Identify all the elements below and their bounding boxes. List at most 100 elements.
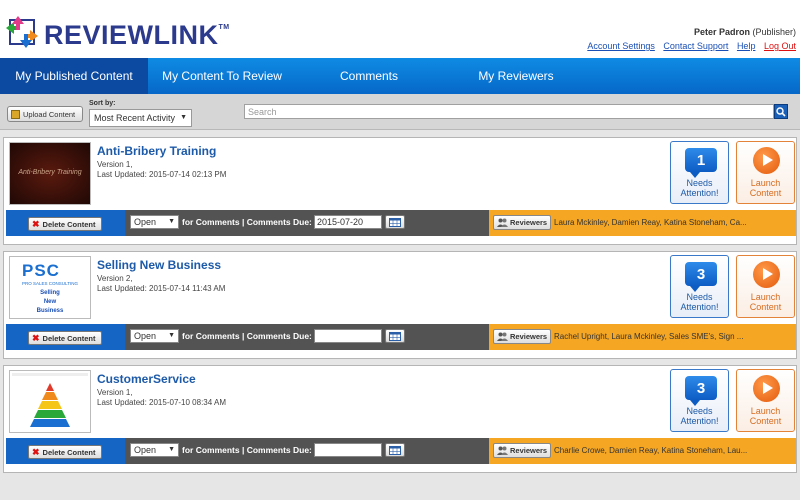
- user-name: Peter Padron: [693, 27, 750, 37]
- calendar-button[interactable]: [385, 443, 405, 457]
- tab-my-published-content[interactable]: My Published Content: [0, 58, 148, 94]
- upload-content-label: Upload Content: [23, 109, 76, 119]
- reviewers-label: Reviewers: [510, 218, 548, 227]
- sort-by-label: Sort by:: [89, 100, 116, 107]
- content-thumbnail[interactable]: [9, 370, 91, 433]
- reviewers-button[interactable]: Reviewers: [493, 215, 551, 230]
- play-icon: [753, 147, 780, 174]
- search-icon: [776, 106, 786, 117]
- content-item: Anti-Bribery Training Anti-Bribery Train…: [3, 137, 797, 245]
- needs-attention-label: Needs Attention!: [680, 292, 719, 312]
- chevron-down-icon: ▼: [168, 332, 175, 339]
- attention-count-badge: 3: [685, 376, 717, 406]
- launch-content-button[interactable]: Launch Content: [736, 141, 795, 204]
- content-item: CustomerService Version 1, Last Updated:…: [3, 365, 797, 473]
- content-title[interactable]: Anti-Bribery Training: [97, 144, 216, 158]
- needs-attention-button[interactable]: 3 Needs Attention!: [670, 369, 729, 432]
- top-links: Account Settings Contact Support Help Lo…: [581, 41, 796, 51]
- attention-count-badge: 3: [685, 262, 717, 292]
- content-last-updated: Last Updated: 2015-07-14 02:13 PM: [97, 170, 227, 179]
- launch-content-label: Launch Content: [749, 178, 782, 198]
- contact-support-link[interactable]: Contact Support: [663, 41, 728, 51]
- chevron-down-icon: ▼: [168, 218, 175, 225]
- content-version: Version 1,: [97, 160, 133, 169]
- needs-attention-label: Needs Attention!: [680, 178, 719, 198]
- delete-icon: ✖: [32, 446, 40, 457]
- calendar-button[interactable]: [385, 215, 405, 229]
- launch-content-label: Launch Content: [749, 292, 782, 312]
- comments-due-input[interactable]: [314, 329, 382, 343]
- status-value: Open: [134, 331, 157, 341]
- calendar-button[interactable]: [385, 329, 405, 343]
- status-select[interactable]: Open ▼: [130, 329, 179, 343]
- content-action-bar: ✖ Delete Content Open ▼ for Comments | C…: [4, 438, 796, 464]
- content-meta: Version 1, Last Updated: 2015-07-10 08:3…: [97, 388, 226, 408]
- brand-name: REVIEWLINKTM: [44, 20, 230, 50]
- pyramid-thumbnail-icon: [12, 373, 88, 427]
- upload-content-button[interactable]: Upload Content: [7, 106, 83, 122]
- content-version: Version 1,: [97, 388, 133, 397]
- launch-content-label: Launch Content: [749, 406, 782, 426]
- content-action-bar: ✖ Delete Content Open ▼ for Comments | C…: [4, 210, 796, 236]
- attention-count-badge: 1: [685, 148, 717, 178]
- delete-content-button[interactable]: ✖ Delete Content: [28, 445, 102, 459]
- tab-my-reviewers[interactable]: My Reviewers: [456, 58, 576, 94]
- launch-content-button[interactable]: Launch Content: [736, 255, 795, 318]
- chevron-down-icon: ▼: [180, 114, 187, 121]
- user-role: (Publisher): [752, 27, 796, 37]
- launch-content-button[interactable]: Launch Content: [736, 369, 795, 432]
- status-select[interactable]: Open ▼: [130, 215, 179, 229]
- thumbnail-title: Anti-Bribery Training: [18, 169, 82, 176]
- thumbnail-text: Selling New Business: [10, 289, 90, 316]
- play-icon: [753, 261, 780, 288]
- content-thumbnail[interactable]: Anti-Bribery Training: [9, 142, 91, 205]
- needs-attention-button[interactable]: 1 Needs Attention!: [670, 141, 729, 204]
- needs-attention-button[interactable]: 3 Needs Attention!: [670, 255, 729, 318]
- calendar-icon: [389, 331, 401, 341]
- status-select[interactable]: Open ▼: [130, 443, 179, 457]
- reviewers-label: Reviewers: [510, 446, 548, 455]
- reviewer-names: Rachel Upright, Laura Mckinley, Sales SM…: [554, 332, 744, 341]
- upload-icon: [11, 109, 20, 119]
- comments-due-input[interactable]: [314, 443, 382, 457]
- content-meta: Version 2, Last Updated: 2015-07-14 11:4…: [97, 274, 225, 294]
- delete-content-button[interactable]: ✖ Delete Content: [28, 331, 102, 345]
- reviewers-button[interactable]: Reviewers: [493, 443, 551, 458]
- thumbnail-line: Selling: [40, 290, 60, 296]
- thumbnail-logo: PSC: [22, 261, 60, 280]
- delete-content-button[interactable]: ✖ Delete Content: [28, 217, 102, 231]
- sort-select[interactable]: Most Recent Activity ▼: [89, 109, 192, 127]
- thumbnail-line: New: [43, 299, 57, 305]
- comments-due-label: for Comments | Comments Due:: [182, 217, 312, 227]
- search-input[interactable]: Search: [244, 104, 774, 119]
- thumbnail-company: PRO SALES CONSULTING: [22, 281, 78, 286]
- reviewlink-logo-icon: [6, 16, 38, 48]
- tab-my-content-to-review[interactable]: My Content To Review: [158, 58, 286, 94]
- content-title[interactable]: Selling New Business: [97, 258, 221, 272]
- calendar-icon: [389, 445, 401, 455]
- tab-comments[interactable]: Comments: [310, 58, 428, 94]
- delete-content-label: Delete Content: [42, 447, 96, 457]
- header: REVIEWLINKTM Peter Padron (Publisher) Ac…: [0, 0, 800, 58]
- content-meta: Version 1, Last Updated: 2015-07-14 02:1…: [97, 160, 226, 180]
- delete-content-label: Delete Content: [42, 219, 96, 229]
- comments-due-label: for Comments | Comments Due:: [182, 331, 312, 341]
- search-button[interactable]: [774, 104, 788, 119]
- sort-value: Most Recent Activity: [94, 113, 176, 123]
- log-out-link[interactable]: Log Out: [764, 41, 796, 51]
- delete-icon: ✖: [32, 332, 40, 343]
- delete-content-label: Delete Content: [42, 333, 96, 343]
- content-last-updated: Last Updated: 2015-07-10 08:34 AM: [97, 398, 226, 407]
- thumbnail-line: Business: [36, 308, 64, 314]
- reviewers-button[interactable]: Reviewers: [493, 329, 551, 344]
- content-item: PSC PRO SALES CONSULTING Selling New Bus…: [3, 251, 797, 359]
- content-title[interactable]: CustomerService: [97, 372, 196, 386]
- user-info: Peter Padron (Publisher): [694, 27, 796, 37]
- account-settings-link[interactable]: Account Settings: [587, 41, 655, 51]
- reviewer-names: Charlie Crowe, Damien Reay, Katina Stone…: [554, 446, 748, 455]
- reviewers-label: Reviewers: [510, 332, 548, 341]
- delete-icon: ✖: [32, 218, 40, 229]
- comments-due-input[interactable]: 2015-07-20: [314, 215, 382, 229]
- help-link[interactable]: Help: [737, 41, 756, 51]
- content-thumbnail[interactable]: PSC PRO SALES CONSULTING Selling New Bus…: [9, 256, 91, 319]
